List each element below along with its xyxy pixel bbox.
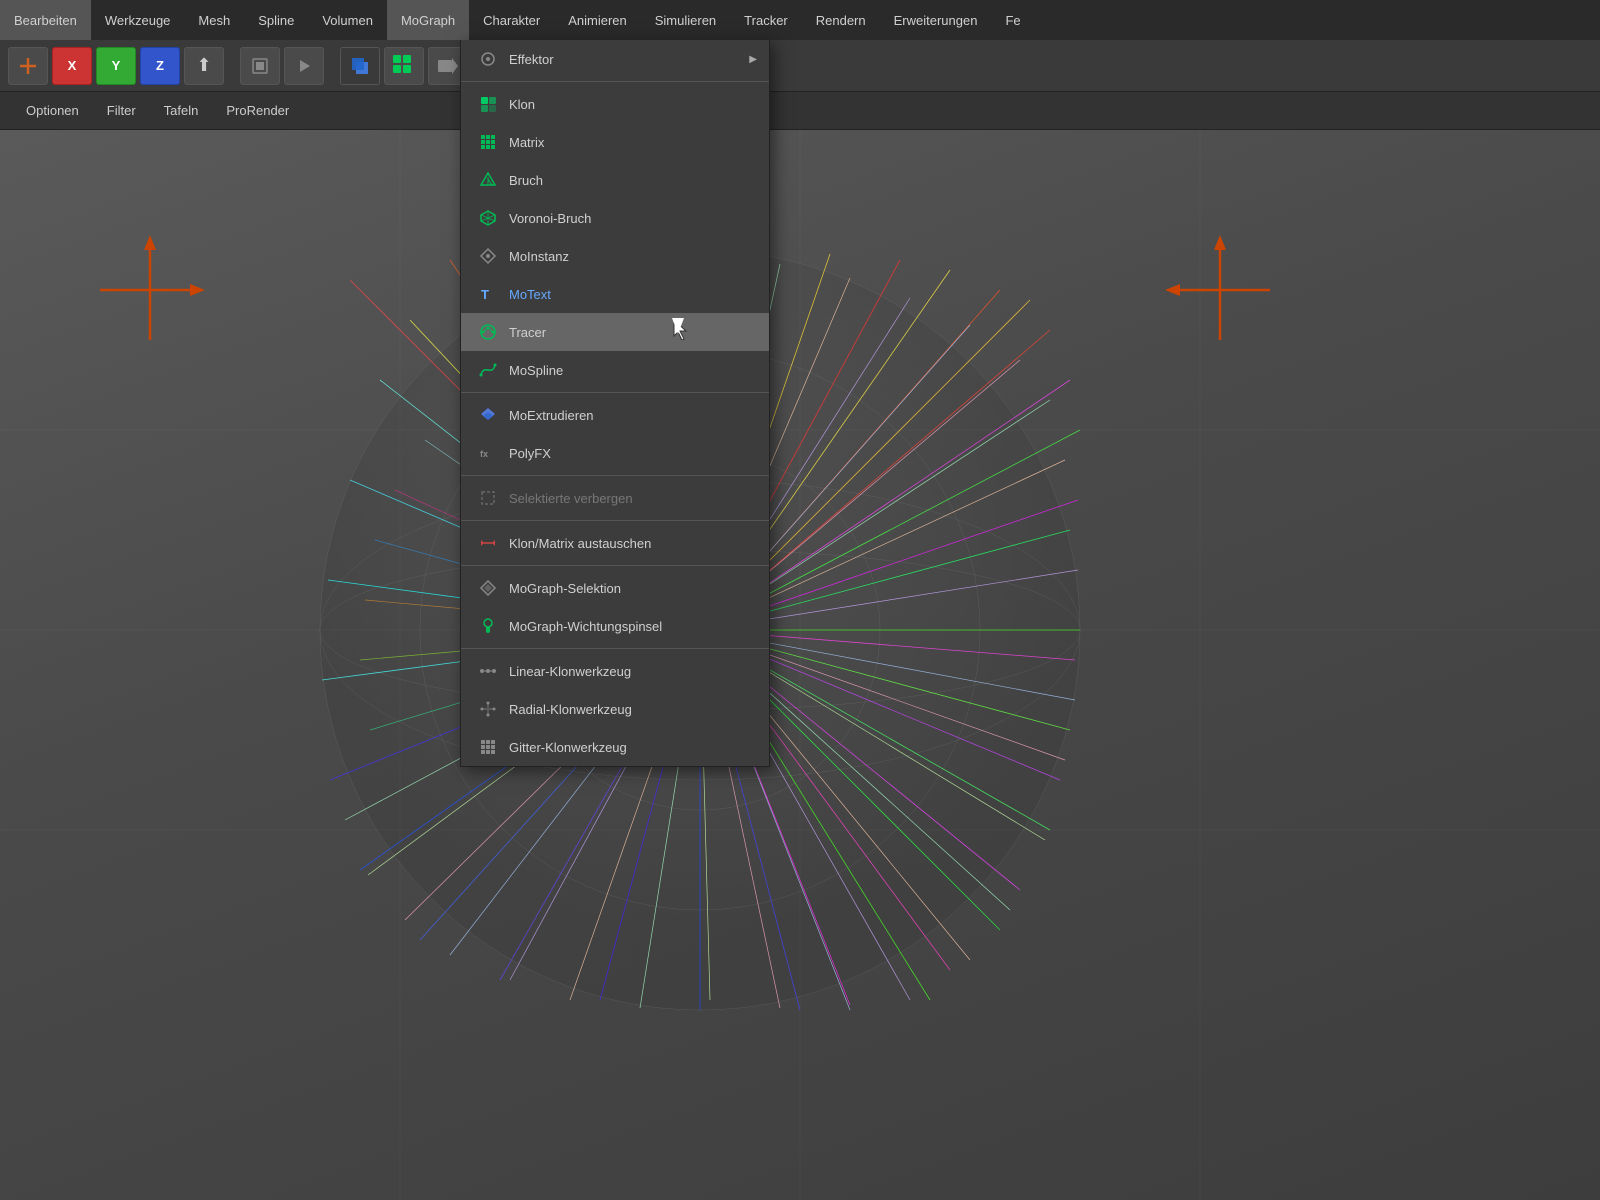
menubar-item-spline[interactable]: Spline — [244, 0, 308, 40]
dropdown-item-effektor[interactable]: Effektor — [461, 40, 769, 78]
svg-text:T: T — [481, 287, 489, 302]
second-toolbar: Optionen Filter Tafeln ProRender — [0, 92, 1600, 130]
bruch-icon — [477, 169, 499, 191]
record-icon — [249, 55, 271, 77]
arrow-right-icon — [436, 54, 460, 78]
dropdown-item-moextrudieren[interactable]: MoExtrudieren — [461, 396, 769, 434]
menubar-item-tracker[interactable]: Tracker — [730, 0, 802, 40]
dropdown-separator-4 — [461, 520, 769, 521]
scene-background — [0, 130, 1600, 1200]
move-tool-button[interactable]: ⬆ — [184, 47, 224, 85]
dropdown-separator-2 — [461, 392, 769, 393]
add-button[interactable] — [8, 47, 48, 85]
axis-handle-right — [1160, 230, 1280, 350]
dropdown-item-radial-klonwerkzeug[interactable]: Radial-Klonwerkzeug — [461, 690, 769, 728]
menubar-item-fe[interactable]: Fe — [991, 0, 1034, 40]
dropdown-separator-1 — [461, 81, 769, 82]
dropdown-item-klonmatrix[interactable]: Klon/Matrix austauschen — [461, 524, 769, 562]
motext-icon: T — [477, 283, 499, 305]
y-axis-button[interactable]: Y — [96, 47, 136, 85]
record-button[interactable] — [240, 47, 280, 85]
klonmatrix-icon — [477, 532, 499, 554]
voronoi-icon — [477, 207, 499, 229]
dropdown-item-klon[interactable]: Klon — [461, 85, 769, 123]
toolbar2-item-filter[interactable]: Filter — [93, 92, 150, 129]
toolbar: X Y Z ⬆ — [0, 40, 1600, 92]
menubar-item-charakter[interactable]: Charakter — [469, 0, 554, 40]
toolbar2-item-tafeln[interactable]: Tafeln — [150, 92, 213, 129]
dropdown-item-mograph-wichtungspinsel[interactable]: MoGraph-Wichtungspinsel — [461, 607, 769, 645]
dropdown-item-voronoi[interactable]: Voronoi-Bruch — [461, 199, 769, 237]
tracer-icon — [477, 321, 499, 343]
menubar-item-simulieren[interactable]: Simulieren — [641, 0, 730, 40]
menubar: Bearbeiten Werkzeuge Mesh Spline Volumen… — [0, 0, 1600, 40]
cross-icon — [17, 55, 39, 77]
menubar-item-animieren[interactable]: Animieren — [554, 0, 641, 40]
dropdown-item-linear-klonwerkzeug[interactable]: Linear-Klonwerkzeug — [461, 652, 769, 690]
grid-cubes-button[interactable] — [384, 47, 424, 85]
dropdown-item-mospline[interactable]: MoSpline — [461, 351, 769, 389]
mograph-dropdown: Effektor Klon — [460, 40, 770, 767]
klon-icon — [477, 93, 499, 115]
dropdown-item-moinstanz[interactable]: MoInstanz — [461, 237, 769, 275]
cube-icon-1 — [348, 54, 372, 78]
dropdown-separator-5 — [461, 565, 769, 566]
x-axis-button[interactable]: X — [52, 47, 92, 85]
dropdown-separator-3 — [461, 475, 769, 476]
axis-handle-left — [90, 230, 210, 350]
grid-cubes-icon — [391, 53, 417, 79]
moinstanz-icon — [477, 245, 499, 267]
object-btn-1[interactable] — [340, 47, 380, 85]
selektierte-icon — [477, 487, 499, 509]
dropdown-item-polyfx[interactable]: fx PolyFX — [461, 434, 769, 472]
effektor-icon — [477, 48, 499, 70]
menubar-item-bearbeiten[interactable]: Bearbeiten — [0, 0, 91, 40]
menubar-item-mograph[interactable]: MoGraph — [387, 0, 469, 40]
linear-klonwerkzeug-icon — [477, 660, 499, 682]
dropdown-item-mograph-selektion[interactable]: MoGraph-Selektion — [461, 569, 769, 607]
z-axis-button[interactable]: Z — [140, 47, 180, 85]
dropdown-separator-6 — [461, 648, 769, 649]
play-button[interactable] — [284, 47, 324, 85]
dropdown-item-bruch[interactable]: Bruch — [461, 161, 769, 199]
menubar-item-rendern[interactable]: Rendern — [802, 0, 880, 40]
mograph-selektion-icon — [477, 577, 499, 599]
mospline-icon — [477, 359, 499, 381]
gitter-klonwerkzeug-icon — [477, 736, 499, 758]
menubar-item-werkzeuge[interactable]: Werkzeuge — [91, 0, 185, 40]
matrix-icon — [477, 131, 499, 153]
menubar-item-erweiterungen[interactable]: Erweiterungen — [880, 0, 992, 40]
play-icon — [293, 55, 315, 77]
svg-text:fx: fx — [480, 449, 488, 459]
toolbar2-item-prorender[interactable]: ProRender — [212, 92, 303, 129]
radial-klonwerkzeug-icon — [477, 698, 499, 720]
dropdown-item-selektierte: Selektierte verbergen — [461, 479, 769, 517]
menubar-item-mesh[interactable]: Mesh — [184, 0, 244, 40]
menubar-item-volumen[interactable]: Volumen — [308, 0, 387, 40]
dropdown-item-gitter-klonwerkzeug[interactable]: Gitter-Klonwerkzeug — [461, 728, 769, 766]
toolbar2-item-optionen[interactable]: Optionen — [12, 92, 93, 129]
polyfx-icon: fx — [477, 442, 499, 464]
moextrudieren-icon — [477, 404, 499, 426]
dropdown-item-matrix[interactable]: Matrix — [461, 123, 769, 161]
mograph-wichtungspinsel-icon — [477, 615, 499, 637]
viewport — [0, 130, 1600, 1200]
dropdown-item-tracer[interactable]: Tracer — [461, 313, 769, 351]
dropdown-item-motext[interactable]: T MoText — [461, 275, 769, 313]
